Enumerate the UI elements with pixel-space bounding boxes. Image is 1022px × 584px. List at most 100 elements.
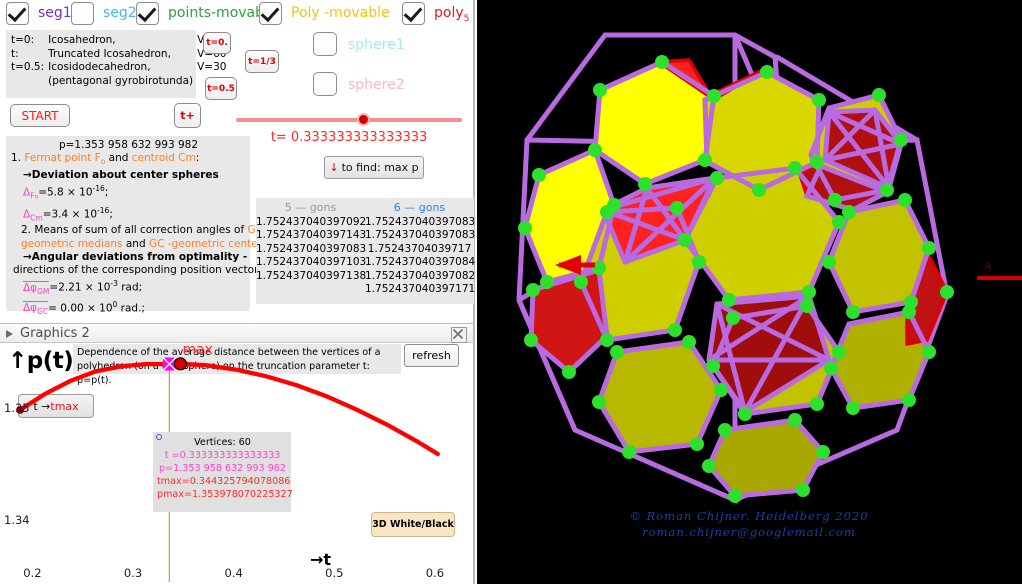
- header-6-gons: 6 — gons: [393, 201, 446, 214]
- table-row: t=0: Icosahedron, V=12: [9, 34, 228, 48]
- delta-c-sub: Cm: [30, 213, 43, 223]
- tooltip-dot-icon: [156, 434, 162, 440]
- checkbox-label-sphere1: sphere1: [348, 37, 405, 53]
- list-item: 1.752437040397083: [365, 216, 476, 228]
- close-icon[interactable]: [451, 327, 467, 343]
- delta-c-tail: ;: [109, 208, 113, 220]
- tooltip-vertices: Vertices: 60: [194, 437, 251, 448]
- geometric-centers-label: GC -geometric centers: [148, 237, 268, 250]
- item2-text: 2. Means of sum of all correction angles…: [21, 224, 248, 237]
- info-t: t=0.5:: [11, 61, 45, 73]
- point-A-label: A: [985, 262, 992, 272]
- list-item: 1.752437040397083: [256, 242, 367, 255]
- delta-fermat-line: ΔFo=5.8 × 10-16;: [11, 182, 246, 204]
- polyhedron-info-table: t=0: Icosahedron, V=12 t: Truncated Icos…: [9, 34, 228, 88]
- x-axis-label-text: t: [323, 550, 332, 569]
- checkbox-sphere1[interactable]: [313, 32, 337, 56]
- t-value-label: t= 0.333333333333333: [270, 130, 428, 145]
- p-value-line: p=1.353 958 632 993 982: [58, 139, 199, 151]
- list-item: 1.752437040397143: [256, 229, 367, 242]
- slider-knob[interactable]: [356, 113, 370, 126]
- dphi-symbol: Δφ: [23, 281, 38, 294]
- list-item: 1.752437040397138: [256, 269, 367, 282]
- delta-f-exp: -16: [92, 183, 105, 193]
- button-t0[interactable]: t=0.: [203, 32, 231, 54]
- geometric-medians-label: geometric medians: [21, 237, 123, 250]
- item1-line: 1. Fermat point Fo and centroid Cm:: [11, 152, 246, 168]
- tooltip-p: p=1.353 958 632 993 982: [158, 463, 287, 474]
- x-tick-2: 0.3: [123, 566, 143, 580]
- checkbox-label-seg1: seg1: [38, 5, 72, 21]
- checkbox-seg1[interactable]: [6, 2, 29, 25]
- y-tick-2: 1.34: [4, 512, 30, 527]
- list-item: 1.752437040397082: [365, 269, 476, 282]
- find-max-p-label: to find: max p: [341, 161, 419, 174]
- down-arrow-icon: ↓: [329, 161, 339, 174]
- gons-col-6: 1.752437040397083 1.752437040397083 1.75…: [365, 216, 476, 296]
- info-name: Truncated Icosahedron,: [48, 47, 171, 60]
- item1-end: :: [195, 152, 200, 165]
- item1-mid: and: [105, 152, 132, 165]
- checkbox-seg2[interactable]: [71, 2, 94, 25]
- 3d-view[interactable]: A © Roman Chijner. Heidelberg 2020 roman…: [477, 0, 1022, 584]
- list-item: 1.752437040397103: [256, 256, 367, 269]
- copyright-line-2: roman.chijner@googlemail.com: [642, 525, 856, 539]
- info-name: Icosidodecahedron,: [48, 61, 151, 73]
- t-slider[interactable]: [236, 113, 462, 127]
- dphi-gm-sub: GM: [37, 286, 50, 296]
- item2-line1: 2. Means of sum of all correction angles…: [11, 224, 268, 237]
- tooltip-t: t =0.333333333333333: [164, 450, 281, 461]
- x-axis-label: →t: [310, 550, 332, 569]
- point-tooltip: Vertices: 60 t =0.333333333333333 p=1.35…: [153, 432, 293, 512]
- gons-columns: 1.752437040397092 1.752437040397143 1.75…: [256, 216, 476, 296]
- delta-centroid-line: ΔCm=3.4 × 10-16;: [11, 204, 246, 225]
- tooltip-tmax: tmax=0.344325794078086: [157, 476, 291, 487]
- start-button[interactable]: START: [10, 104, 70, 127]
- find-max-p-button[interactable]: ↓ to find: max p: [324, 156, 424, 179]
- fermat-point-text: Fermat point F: [24, 152, 101, 165]
- button-t05[interactable]: t=0.5: [205, 77, 237, 100]
- checkbox-poly5[interactable]: [402, 2, 425, 25]
- checkbox-points-movable[interactable]: [136, 2, 159, 25]
- item1-number: 1.: [11, 152, 25, 165]
- poly5-text: poly: [434, 5, 464, 21]
- button-t13[interactable]: t=1/3: [245, 50, 279, 73]
- checkbox-sphere2[interactable]: [313, 72, 337, 96]
- info-name: Icosahedron,: [48, 34, 116, 46]
- dphi-gc-tail: rad.;: [117, 302, 145, 315]
- polyhedron-svg[interactable]: [477, 0, 1022, 584]
- graphics2-view[interactable]: ↑p(t) Dependence of the average distance…: [0, 344, 473, 584]
- checkbox-label-poly5: poly5: [434, 5, 469, 24]
- list-item: 1.752437040397083: [365, 229, 476, 242]
- max-point-marker: [173, 357, 187, 371]
- dphi-gc-value: = 0.00 × 10: [48, 302, 113, 315]
- x-tick-5: 0.6: [425, 566, 445, 580]
- copyright-text: © Roman Chijner. Heidelberg 2020 roman.c…: [499, 508, 999, 540]
- polyhedron-info-box: t=0: Icosahedron, V=12 t: Truncated Icos…: [6, 30, 226, 98]
- tooltip-pmax: pmax=1.353978070225327: [157, 489, 293, 500]
- checkbox-label-sphere2: sphere2: [348, 77, 405, 93]
- max-label: max: [182, 344, 213, 358]
- dphi-gc-sub: GC: [37, 307, 49, 317]
- expand-triangle-icon[interactable]: [6, 330, 13, 338]
- graphics2-header[interactable]: Graphics 2: [0, 323, 473, 343]
- gons-col-5: 1.752437040397092 1.752437040397143 1.75…: [256, 216, 367, 296]
- delta-f-value: =5.8 × 10: [38, 186, 93, 199]
- x-tick-3: 0.4: [224, 566, 243, 580]
- y-tick-1: 1.35: [4, 401, 30, 416]
- graphics2-title: Graphics 2: [20, 326, 90, 341]
- checkbox-poly-movable[interactable]: [259, 2, 282, 25]
- x-tick-1: 0.2: [23, 566, 42, 580]
- list-item: 1.752437040397084: [365, 256, 476, 269]
- dphi-gm-exp: -3: [110, 279, 118, 289]
- checkbox-label-seg2: seg2: [103, 5, 137, 21]
- list-item: 1.752437040397171: [365, 283, 476, 296]
- header-5-gons: 5 — gons: [284, 201, 337, 214]
- checkbox-label-poly-movable: Poly -movable: [291, 5, 390, 21]
- algebra-info-box: p=1.353 958 632 993 982 1. Fermat point …: [6, 136, 271, 317]
- t-plus-button[interactable]: t+: [174, 103, 201, 128]
- info-v: V=30: [197, 61, 227, 73]
- slider-track[interactable]: [236, 118, 462, 122]
- info-t: [9, 75, 46, 89]
- dphi-gm-value: =2.21 × 10: [49, 281, 111, 294]
